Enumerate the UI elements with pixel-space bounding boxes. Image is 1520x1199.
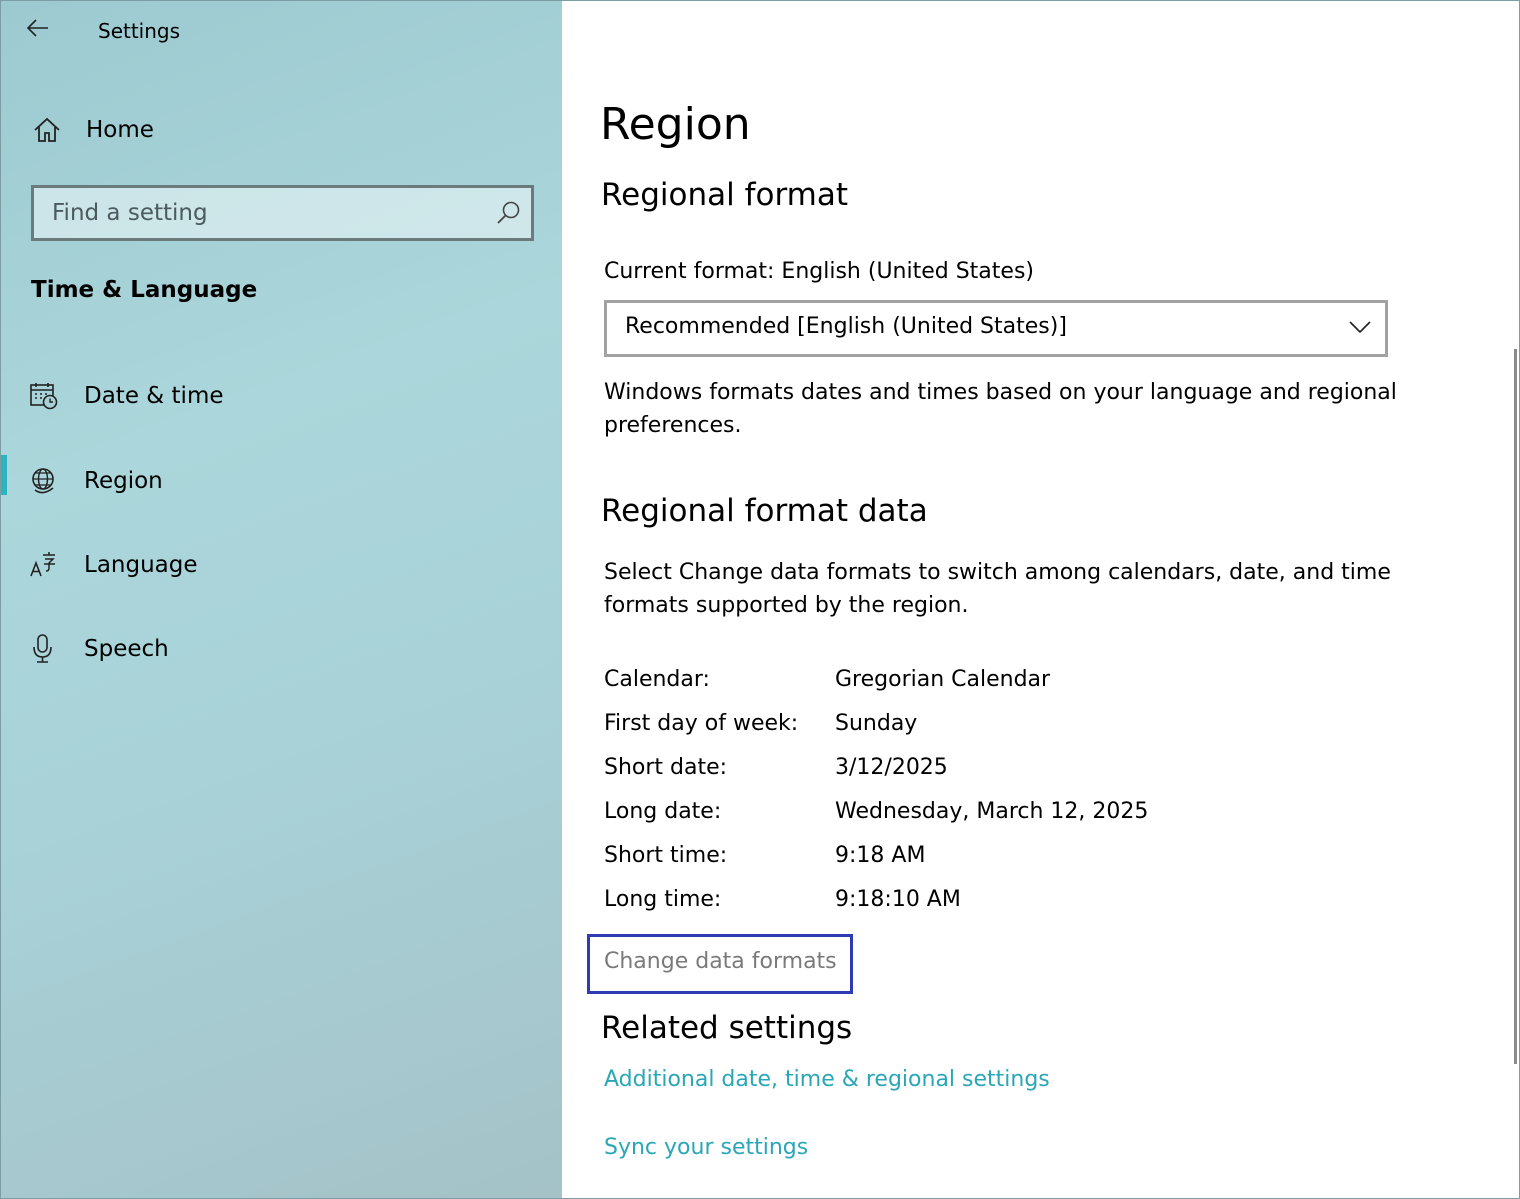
regional-format-dropdown[interactable]: Recommended [English (United States)] <box>604 300 1388 357</box>
section-title: Time & Language <box>31 277 258 303</box>
format-row-short-time: Short time: 9:18 AM <box>604 843 1404 883</box>
app-title: Settings <box>98 19 181 43</box>
dropdown-value: Recommended [English (United States)] <box>625 314 1067 339</box>
settings-window: Settings Home Time & Language Date <box>0 0 1520 1199</box>
format-row-value: Wednesday, March 12, 2025 <box>835 799 1149 824</box>
sidebar-item-speech[interactable]: Speech <box>1 619 562 679</box>
format-row-value: Sunday <box>835 711 918 736</box>
back-arrow-icon <box>27 19 48 37</box>
current-format-label: Current format: English (United States) <box>604 259 1034 284</box>
format-row-value: 3/12/2025 <box>835 755 948 780</box>
format-row-key: Short date: <box>604 755 728 780</box>
format-row-short-date: Short date: 3/12/2025 <box>604 755 1404 795</box>
sidebar-item-label: Date & time <box>84 383 224 409</box>
change-data-formats-button[interactable]: Change data formats <box>587 934 853 994</box>
format-row-first-day: First day of week: Sunday <box>604 711 1404 751</box>
format-row-key: First day of week: <box>604 711 799 736</box>
format-data-heading: Regional format data <box>601 493 928 529</box>
globe-icon <box>32 468 54 494</box>
calendar-clock-icon <box>30 383 58 410</box>
home-icon <box>34 117 60 142</box>
sidebar: Settings Home Time & Language Date <box>1 1 562 1198</box>
back-button[interactable] <box>23 13 53 43</box>
format-row-calendar: Calendar: Gregorian Calendar <box>604 667 1404 707</box>
format-row-value: Gregorian Calendar <box>835 667 1051 692</box>
sidebar-item-label: Language <box>84 552 198 578</box>
change-data-formats-label: Change data formats <box>604 949 837 974</box>
format-row-long-date: Long date: Wednesday, March 12, 2025 <box>604 799 1404 839</box>
additional-regional-settings-link[interactable]: Additional date, time & regional setting… <box>604 1067 1050 1092</box>
sidebar-item-region[interactable]: Region <box>1 451 562 511</box>
format-row-value: 9:18 AM <box>835 843 926 868</box>
format-row-key: Calendar: <box>604 667 710 692</box>
scrollbar[interactable] <box>1514 349 1517 1064</box>
chevron-down-icon <box>1349 321 1371 334</box>
sidebar-item-language[interactable]: Language <box>1 535 562 595</box>
format-row-long-time: Long time: 9:18:10 AM <box>604 887 1404 927</box>
main-content: Region Regional format Current format: E… <box>562 1 1519 1198</box>
format-row-key: Long date: <box>604 799 722 824</box>
format-data-description: Select Change data formats to switch amo… <box>604 560 1391 618</box>
regional-format-description: Windows formats dates and times based on… <box>604 380 1397 438</box>
language-icon <box>30 552 55 577</box>
sidebar-item-date-time[interactable]: Date & time <box>1 366 562 426</box>
format-row-key: Long time: <box>604 887 722 912</box>
sync-settings-link[interactable]: Sync your settings <box>604 1135 808 1160</box>
search-input[interactable] <box>34 188 482 238</box>
home-label: Home <box>86 117 154 143</box>
microphone-icon <box>33 634 52 663</box>
search-icon[interactable] <box>495 200 521 226</box>
home-nav-item[interactable]: Home <box>31 109 531 151</box>
format-row-value: 9:18:10 AM <box>835 887 961 912</box>
sidebar-item-label: Region <box>84 468 163 494</box>
format-row-key: Short time: <box>604 843 728 868</box>
sidebar-item-label: Speech <box>84 636 169 662</box>
regional-format-heading: Regional format <box>601 177 849 213</box>
search-box <box>31 185 534 241</box>
related-settings-heading: Related settings <box>601 1010 853 1046</box>
page-title: Region <box>600 99 751 150</box>
